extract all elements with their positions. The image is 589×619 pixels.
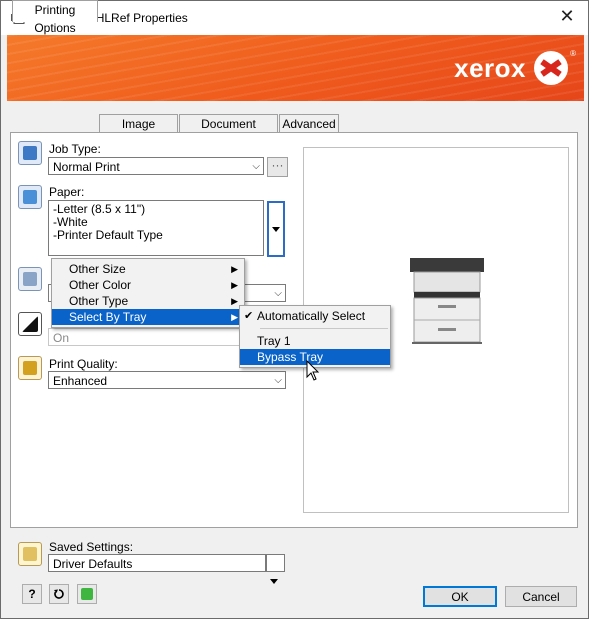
printer-image — [410, 258, 484, 344]
chevron-down-icon: ⌵ — [252, 161, 260, 172]
paper-menu: Other Size ▶ Other Color ▶ Other Type ▶ Sel… — [51, 258, 245, 328]
mouse-cursor-icon — [306, 360, 320, 381]
menu-item-other-type[interactable]: Other Type ▶ — [52, 293, 244, 309]
status-button[interactable] — [77, 584, 97, 604]
job-type-select[interactable]: Normal Print ⌵ — [48, 157, 264, 175]
print-quality-select[interactable]: Enhanced ⌵ — [48, 371, 286, 389]
tab-image-options[interactable]: Image Options — [99, 114, 178, 149]
help-button[interactable]: ? — [22, 584, 42, 604]
registered-mark: ® — [570, 49, 576, 58]
chevron-right-icon: ▶ — [231, 264, 238, 274]
chevron-down-icon: ⌵ — [274, 288, 282, 299]
menu-separator — [260, 328, 388, 329]
paper-label: Paper: — [49, 185, 85, 199]
print-quality-icon — [18, 356, 42, 380]
close-button[interactable]: ✕ — [556, 6, 578, 27]
print-quality-label: Print Quality: — [49, 357, 118, 371]
print-quality-value: Enhanced — [53, 374, 108, 388]
ok-button[interactable]: OK — [423, 586, 497, 607]
chevron-right-icon: ▶ — [231, 280, 238, 290]
chevron-right-icon: ▶ — [231, 312, 238, 322]
menu-item-other-size[interactable]: Other Size ▶ — [52, 261, 244, 277]
output-icon — [18, 312, 42, 336]
two-sided-icon — [18, 267, 42, 291]
brand-logo-text: xerox — [454, 53, 526, 83]
cancel-button[interactable]: Cancel — [505, 586, 577, 607]
tab-advanced[interactable]: Advanced — [279, 114, 339, 133]
paper-summary: -Letter (8.5 x 11") -White -Printer Defa… — [48, 200, 264, 256]
paper-icon — [18, 185, 42, 209]
saved-settings-icon — [18, 542, 42, 566]
reset-icon — [54, 589, 64, 599]
menu-item-automatically-select[interactable]: ✔ Automatically Select — [240, 308, 390, 324]
chevron-right-icon: ▶ — [231, 296, 238, 306]
status-icon — [81, 588, 93, 600]
saved-settings-select[interactable]: Driver Defaults — [48, 554, 266, 572]
disabled-select-value: On — [53, 331, 70, 345]
job-type-value: Normal Print — [53, 160, 120, 174]
job-type-more-button[interactable]: ··· — [267, 157, 288, 177]
paper-dropdown-button[interactable] — [267, 201, 285, 257]
paper-type-line: -Printer Default Type — [53, 228, 163, 242]
checkmark-icon: ✔ — [244, 310, 254, 322]
menu-item-other-color[interactable]: Other Color ▶ — [52, 277, 244, 293]
menu-item-select-by-tray[interactable]: Select By Tray ▶ — [52, 309, 244, 325]
xerox-banner: xerox ® — [7, 35, 584, 101]
job-type-label: Job Type: — [49, 142, 101, 156]
tab-printing-options[interactable]: Printing Options — [12, 0, 98, 35]
job-type-icon — [18, 141, 42, 165]
xerox-logo-icon — [534, 51, 568, 85]
tab-document-options[interactable]: Document Options — [179, 114, 278, 149]
saved-settings-dropdown-button[interactable] — [266, 554, 285, 584]
tray-submenu: ✔ Automatically Select Tray 1 Bypass Tray — [239, 305, 391, 368]
menu-item-tray-1[interactable]: Tray 1 — [240, 333, 390, 349]
saved-settings-value: Driver Defaults — [53, 557, 133, 571]
chevron-down-icon: ⌵ — [274, 375, 282, 386]
reset-button[interactable] — [49, 584, 69, 604]
saved-settings-label: Saved Settings: — [49, 540, 134, 554]
